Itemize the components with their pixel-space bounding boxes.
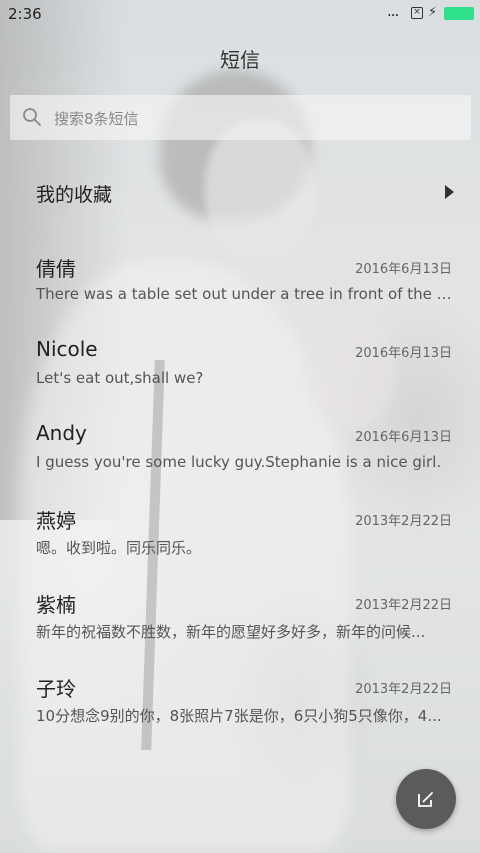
contact-name: 倩倩 [36, 257, 76, 281]
message-preview: I guess you're some lucky guy.Stephanie … [36, 453, 442, 471]
message-preview: Let's eat out,shall we? [36, 369, 204, 387]
chevron-right-icon [445, 185, 454, 199]
conversation-item[interactable]: 紫楠 2013年2月22日 新年的祝福数不胜数，新年的愿望好多好多，新年的问候.… [0, 589, 480, 669]
conversation-item[interactable]: Nicole 2016年6月13日 Let's eat out,shall we… [0, 337, 480, 417]
conversation-item[interactable]: Andy 2016年6月13日 I guess you're some luck… [0, 421, 480, 501]
message-date: 2016年6月13日 [355, 262, 452, 277]
favorites-row[interactable]: 我的收藏 [0, 170, 480, 215]
notification-dots-icon: ... [387, 2, 399, 20]
search-placeholder: 搜索8条短信 [54, 110, 139, 128]
conversation-item[interactable]: 燕婷 2013年2月22日 嗯。收到啦。同乐同乐。 [0, 505, 480, 585]
search-bar[interactable]: 搜索8条短信 [10, 95, 471, 140]
message-date: 2016年6月13日 [355, 346, 452, 361]
status-bar: 2:36 ... × ⚡ [0, 0, 480, 28]
message-preview: 10分想念9别的你，8张照片7张是你，6只小狗5只像你，4... [36, 707, 442, 725]
contact-name: 紫楠 [36, 593, 76, 617]
page-title: 短信 [220, 48, 260, 72]
conversation-item[interactable]: 倩倩 2016年6月13日 There was a table set out … [0, 253, 480, 333]
compose-button[interactable] [396, 769, 456, 829]
message-date: 2013年2月22日 [355, 598, 452, 613]
contact-name: 燕婷 [36, 509, 76, 533]
compose-icon [418, 792, 433, 807]
message-preview: 新年的祝福数不胜数，新年的愿望好多好多，新年的问候... [36, 623, 426, 641]
contact-name: Andy [36, 421, 87, 445]
contact-name: 子玲 [36, 677, 76, 701]
favorites-label: 我的收藏 [36, 184, 113, 206]
sim-off-icon: × [411, 7, 423, 19]
search-icon [23, 108, 41, 126]
battery-icon [444, 7, 474, 20]
message-date: 2016年6月13日 [355, 430, 452, 445]
message-date: 2013年2月22日 [355, 682, 452, 697]
contact-name: Nicole [36, 337, 98, 361]
message-preview: There was a table set out under a tree i… [36, 285, 454, 303]
message-preview: 嗯。收到啦。同乐同乐。 [36, 539, 202, 557]
conversation-item[interactable]: 子玲 2013年2月22日 10分想念9别的你，8张照片7张是你，6只小狗5只像… [0, 673, 480, 753]
messages-screen: 2:36 ... × ⚡ 短信 搜索8条短信 我的收藏 倩倩 2016年6月13… [0, 0, 480, 853]
plug-icon: ⚡ [428, 5, 438, 20]
status-time: 2:36 [8, 5, 42, 23]
message-date: 2013年2月22日 [355, 514, 452, 529]
